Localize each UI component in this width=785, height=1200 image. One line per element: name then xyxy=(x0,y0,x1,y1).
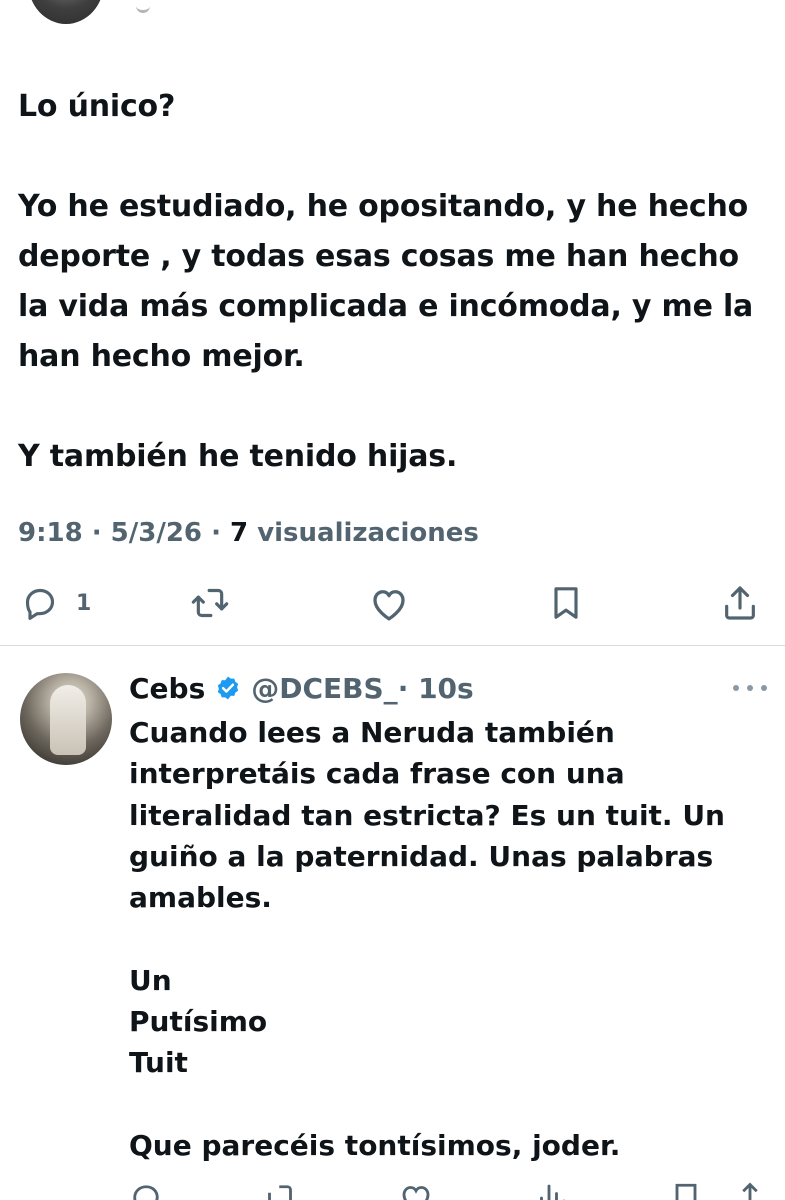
verified-badge-icon xyxy=(218,676,239,700)
avatar-figure xyxy=(50,685,86,755)
previous-header-fragment xyxy=(136,4,150,13)
more-icon xyxy=(733,685,739,691)
more-icon-dot xyxy=(761,685,767,691)
views-count: 7 xyxy=(230,518,249,548)
more-options-button[interactable] xyxy=(733,677,767,699)
reply-count: 1 xyxy=(76,590,92,616)
reply-button[interactable]: 1 xyxy=(20,583,91,623)
reply-icon xyxy=(25,588,55,620)
section-divider xyxy=(0,645,785,646)
tweet-date[interactable]: 5/3/26 xyxy=(111,518,202,548)
tweet-time[interactable]: 9:18 xyxy=(18,518,83,548)
main-tweet-meta: 9:18 · 5/3/26 · 7 visualizaciones xyxy=(18,518,479,548)
main-tweet-actions: 1 xyxy=(0,583,785,633)
bookmark-button[interactable] xyxy=(546,583,586,623)
reply-author-handle[interactable]: @DCEBS_ xyxy=(251,672,397,705)
retweet-button[interactable] xyxy=(190,583,230,623)
reply-actions-partial xyxy=(0,1180,785,1200)
reply-text: Cuando lees a Neruda también interpretái… xyxy=(129,716,725,1162)
tweet-thread-view: Lo único? Yo he estudiado, he opositando… xyxy=(0,0,785,1200)
views-label: visualizaciones xyxy=(257,518,479,548)
like-icon[interactable] xyxy=(398,1180,434,1200)
like-icon xyxy=(373,590,405,621)
bookmark-icon[interactable] xyxy=(668,1180,704,1200)
main-tweet-text: Lo único? Yo he estudiado, he opositando… xyxy=(18,89,754,474)
reply-author-avatar[interactable] xyxy=(20,673,112,765)
reply-author-name[interactable]: Cebs xyxy=(129,672,205,705)
retweet-icon[interactable] xyxy=(262,1180,298,1200)
share-icon xyxy=(725,586,755,620)
more-icon-dot xyxy=(747,685,753,691)
like-button[interactable] xyxy=(368,583,410,625)
reply-header: Cebs @DCEBS_ · 10s xyxy=(129,668,474,708)
reply-time[interactable]: · 10s xyxy=(398,672,474,705)
views-icon[interactable] xyxy=(534,1180,570,1200)
previous-author-avatar[interactable] xyxy=(28,0,104,24)
share-icon[interactable] xyxy=(732,1180,768,1200)
retweet-icon xyxy=(191,588,229,618)
reply-icon[interactable] xyxy=(128,1180,164,1200)
bookmark-icon xyxy=(554,587,578,619)
share-button[interactable] xyxy=(720,583,760,623)
